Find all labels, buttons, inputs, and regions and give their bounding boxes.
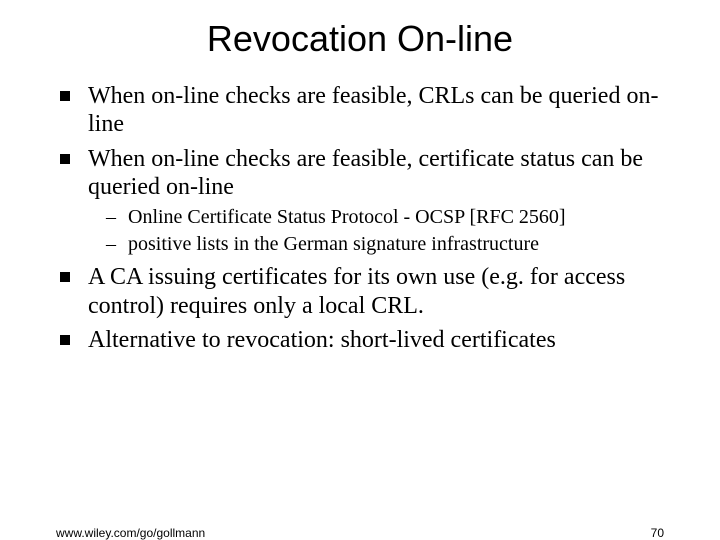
bullet-text: When on-line checks are feasible, certif…: [88, 146, 643, 200]
sub-bullet-item: – positive lists in the German signature…: [106, 232, 664, 257]
bullet-text: A CA issuing certificates for its own us…: [88, 264, 625, 318]
bullet-item: A CA issuing certificates for its own us…: [56, 263, 664, 320]
sub-bullet-list: – Online Certificate Status Protocol - O…: [88, 205, 664, 257]
sub-bullet-text: Online Certificate Status Protocol - OCS…: [128, 206, 566, 228]
slide-title: Revocation On-line: [0, 18, 720, 60]
bullet-item: When on-line checks are feasible, certif…: [56, 145, 664, 258]
square-bullet-icon: [60, 154, 70, 164]
square-bullet-icon: [60, 91, 70, 101]
page-number: 70: [651, 526, 664, 540]
bullet-item: When on-line checks are feasible, CRLs c…: [56, 82, 664, 139]
slide-body: When on-line checks are feasible, CRLs c…: [0, 82, 720, 354]
bullet-text: When on-line checks are feasible, CRLs c…: [88, 83, 658, 137]
dash-bullet-icon: –: [106, 232, 116, 257]
bullet-list: When on-line checks are feasible, CRLs c…: [56, 82, 664, 354]
slide-footer: www.wiley.com/go/gollmann 70: [56, 526, 664, 540]
square-bullet-icon: [60, 335, 70, 345]
sub-bullet-item: – Online Certificate Status Protocol - O…: [106, 205, 664, 230]
square-bullet-icon: [60, 272, 70, 282]
bullet-item: Alternative to revocation: short-lived c…: [56, 326, 664, 354]
footer-url: www.wiley.com/go/gollmann: [56, 526, 205, 540]
slide: Revocation On-line When on-line checks a…: [0, 18, 720, 540]
bullet-text: Alternative to revocation: short-lived c…: [88, 327, 556, 353]
dash-bullet-icon: –: [106, 205, 116, 230]
sub-bullet-text: positive lists in the German signature i…: [128, 233, 539, 255]
